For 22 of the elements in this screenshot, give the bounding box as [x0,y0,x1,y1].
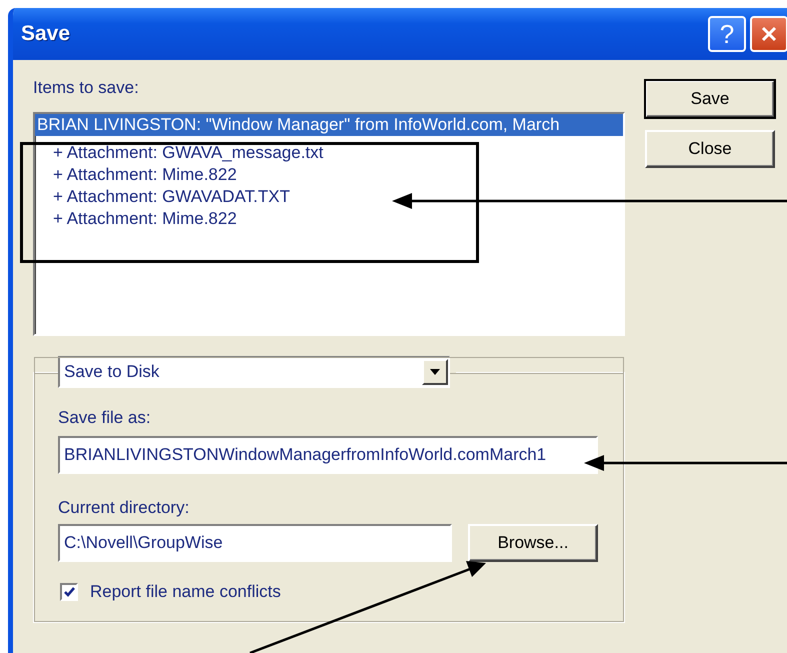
list-item[interactable]: + Attachment: GWAVADAT.TXT [35,186,623,208]
checkbox[interactable] [60,583,78,601]
browse-button[interactable]: Browse... [468,524,598,562]
items-label: Items to save: [33,78,140,98]
directory-field[interactable]: C:\Novell\GroupWise [58,524,452,562]
close-icon [760,25,778,43]
list-item[interactable]: BRIAN LIVINGSTON: "Window Manager" from InfoWorld.com, March [35,114,623,136]
window-title: Save [21,22,70,46]
list-item[interactable]: + Attachment: Mime.822 [35,208,623,230]
directory-label: Current directory: [58,498,190,518]
checkbox-label: Report file name conflicts [90,582,281,602]
help-button[interactable]: ? [708,16,746,52]
save-method-dropdown[interactable]: Save to Disk [58,356,450,388]
list-item[interactable]: + Attachment: Mime.822 [35,164,623,186]
save-file-label: Save file as: [58,408,152,428]
close-button[interactable] [750,16,787,52]
file-name-field[interactable]: BRIANLIVINGSTONWindowManagerfromInfoWorld.comMarch1 [58,436,598,474]
check-icon [62,586,76,598]
items-list[interactable]: BRIAN LIVINGSTON: "Window Manager" from InfoWorld.com, March + Attachment: GWAVA_message.txt + Attachment: Mime.822 + Attachment: GWAVADAT.TXT + Attachment: Mime.822 [33,112,625,336]
dialog-button[interactable]: Save [645,80,775,118]
list-item[interactable]: + Attachment: GWAVA_message.txt [35,142,623,164]
dialog-button[interactable]: Close [645,130,775,168]
